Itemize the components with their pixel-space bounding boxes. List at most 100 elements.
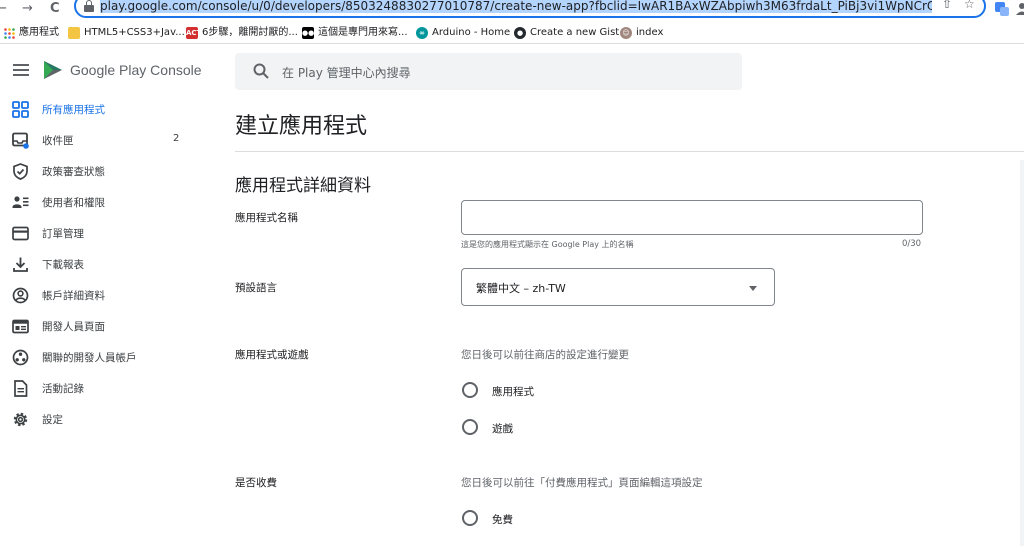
sidebar-item-settings[interactable]: 設定 bbox=[0, 404, 215, 435]
default-language-value: 繁體中文 – zh-TW bbox=[476, 282, 566, 295]
radio-unchecked-icon bbox=[462, 419, 478, 435]
inbox-icon bbox=[12, 132, 29, 149]
site-icon: ACT bbox=[186, 27, 202, 39]
bookmark-label: 6步驟，離開討厭的... bbox=[202, 27, 298, 38]
app-name-input[interactable] bbox=[461, 200, 923, 235]
apps-grid-icon bbox=[12, 101, 29, 118]
github-icon: ● bbox=[514, 27, 526, 39]
bookmark-label: Arduino - Home bbox=[432, 27, 511, 38]
back-arrow-icon[interactable]: ← bbox=[0, 0, 7, 18]
app-name-char-counter: 0/30 bbox=[902, 239, 922, 249]
sidebar-item-label: 使用者和權限 bbox=[42, 197, 105, 209]
sidebar-item-label: 收件匣 bbox=[42, 135, 74, 147]
bookmark-six-steps[interactable]: ACT 6步驟，離開討厭的... bbox=[186, 25, 298, 41]
sidebar-item-developer-page[interactable]: 開發人員頁面 bbox=[0, 311, 215, 342]
reload-icon[interactable]: C bbox=[50, 0, 60, 18]
radio-game[interactable]: 遊戲 bbox=[461, 418, 621, 438]
bookmark-label: Create a new Gist bbox=[530, 27, 620, 38]
apps-grid-icon bbox=[4, 27, 15, 39]
bookmark-label: 這個是專門用來寫... bbox=[318, 27, 408, 38]
bookmark-label: 應用程式 bbox=[19, 27, 59, 38]
lock-icon[interactable] bbox=[84, 0, 94, 12]
sidebar-item-label: 下載報表 bbox=[42, 259, 84, 271]
section-title: 應用程式詳細資料 bbox=[235, 176, 371, 196]
logo-brand: Google Play bbox=[70, 62, 147, 78]
default-language-select[interactable]: 繁體中文 – zh-TW bbox=[461, 268, 775, 306]
profile-icon[interactable] bbox=[1016, 2, 1024, 16]
search-input[interactable]: 在 Play 管理中心內搜尋 bbox=[282, 64, 411, 81]
download-icon bbox=[13, 257, 28, 272]
app-name-helper-text: 這是您的應用程式顯示在 Google Play 上的名稱 bbox=[461, 240, 634, 249]
url-text[interactable]: play.google.com/console/u/0/developers/8… bbox=[100, 0, 932, 14]
sidebar-item-inbox[interactable]: 收件匣 2 bbox=[0, 125, 215, 156]
logo-product: Console bbox=[150, 62, 202, 78]
folder-icon bbox=[68, 27, 80, 39]
sidebar-item-download-reports[interactable]: 下載報表 bbox=[0, 249, 215, 280]
bookmark-label: HTML5+CSS3+Jav... bbox=[84, 27, 185, 38]
sidebar-item-linked-developer-accounts[interactable]: 關聯的開發人員帳戶 bbox=[0, 342, 215, 373]
page-title: 建立應用程式 bbox=[235, 114, 368, 139]
sidebar-item-activity-log[interactable]: 活動記錄 bbox=[0, 373, 215, 404]
translate-extension-icon[interactable] bbox=[995, 2, 1009, 16]
scrollbar-track[interactable] bbox=[1020, 160, 1024, 546]
document-icon bbox=[14, 380, 28, 397]
google-play-console-logo[interactable] bbox=[42, 59, 64, 81]
sidebar-item-policy-status[interactable]: 政策審查狀態 bbox=[0, 156, 215, 187]
sidebar-item-order-management[interactable]: 訂單管理 bbox=[0, 218, 215, 249]
radio-unchecked-icon bbox=[462, 382, 478, 398]
bookmark-medium[interactable]: ●● 這個是專門用來寫... bbox=[302, 25, 408, 41]
address-bar[interactable]: play.google.com/console/u/0/developers/8… bbox=[74, 0, 986, 18]
bookmark-arduino[interactable]: ∞ Arduino - Home bbox=[416, 25, 510, 41]
radio-free[interactable]: 免費 bbox=[461, 509, 621, 529]
credit-card-icon bbox=[12, 226, 29, 241]
developer-page-icon bbox=[12, 319, 29, 334]
free-or-paid-label: 是否收費 bbox=[235, 477, 277, 489]
search-bar[interactable]: 在 Play 管理中心內搜尋 bbox=[235, 53, 742, 90]
sidebar-item-label: 所有應用程式 bbox=[42, 104, 105, 116]
menu-icon[interactable] bbox=[13, 64, 29, 76]
gear-icon bbox=[13, 412, 28, 427]
bookmark-index[interactable]: ☺ index bbox=[620, 25, 663, 41]
bookmark-apps[interactable]: 應用程式 bbox=[4, 25, 59, 41]
inbox-count-badge: 2 bbox=[173, 133, 180, 144]
search-icon bbox=[253, 63, 269, 79]
sidebar-item-label: 關聯的開發人員帳戶 bbox=[42, 352, 137, 364]
app-or-game-label: 應用程式或遊戲 bbox=[235, 349, 309, 361]
forward-arrow-icon[interactable]: → bbox=[22, 0, 33, 18]
arduino-icon: ∞ bbox=[416, 27, 428, 39]
dropdown-arrow-icon bbox=[749, 286, 757, 291]
bookmark-html5[interactable]: HTML5+CSS3+Jav... bbox=[68, 25, 185, 41]
shield-check-icon bbox=[13, 163, 28, 180]
sidebar-item-label: 開發人員頁面 bbox=[42, 321, 105, 333]
app-name-label: 應用程式名稱 bbox=[235, 212, 298, 224]
free-or-paid-hint: 您日後可以前往「付費應用程式」頁面編輯這項設定 bbox=[461, 477, 703, 489]
browser-toolbar: ← → C play.google.com/console/u/0/develo… bbox=[0, 0, 1024, 20]
medium-icon: ●● bbox=[302, 27, 315, 39]
sidebar-item-account-details[interactable]: 帳戶詳細資料 bbox=[0, 280, 215, 311]
account-circle-icon bbox=[12, 287, 29, 304]
share-icon[interactable]: ⇧ bbox=[942, 0, 952, 11]
sidebar-item-label: 帳戶詳細資料 bbox=[42, 290, 105, 302]
sidebar-item-label: 訂單管理 bbox=[42, 228, 84, 240]
bookmark-star-icon[interactable]: ☆ bbox=[964, 0, 975, 11]
sidebar-item-label: 設定 bbox=[42, 414, 63, 426]
divider bbox=[235, 151, 1024, 152]
sidebar: 所有應用程式 收件匣 2 政策審查狀態 使用者和權限 訂單管理 下載報表 帳戶詳… bbox=[0, 94, 215, 434]
radio-unchecked-icon bbox=[462, 510, 478, 526]
bookmark-gist[interactable]: ● Create a new Gist bbox=[514, 25, 619, 41]
sidebar-item-label: 活動記錄 bbox=[42, 383, 84, 395]
bookmarks-bar: 應用程式 HTML5+CSS3+Jav... ACT 6步驟，離開討厭的... … bbox=[0, 22, 1024, 44]
radio-label: 應用程式 bbox=[492, 386, 534, 398]
bookmark-label: index bbox=[636, 27, 664, 38]
radio-label: 免費 bbox=[492, 514, 513, 526]
people-icon bbox=[12, 196, 29, 208]
sidebar-item-users-permissions[interactable]: 使用者和權限 bbox=[0, 187, 215, 218]
radio-app[interactable]: 應用程式 bbox=[461, 381, 621, 401]
avatar-icon: ☺ bbox=[620, 27, 632, 39]
sidebar-item-all-apps[interactable]: 所有應用程式 bbox=[0, 94, 215, 125]
sidebar-item-label: 政策審查狀態 bbox=[42, 166, 105, 178]
linked-accounts-icon bbox=[12, 349, 29, 366]
radio-label: 遊戲 bbox=[492, 423, 513, 435]
app-or-game-hint: 您日後可以前往商店的設定進行變更 bbox=[461, 349, 629, 361]
logo-text: Google Play Console bbox=[70, 62, 202, 78]
